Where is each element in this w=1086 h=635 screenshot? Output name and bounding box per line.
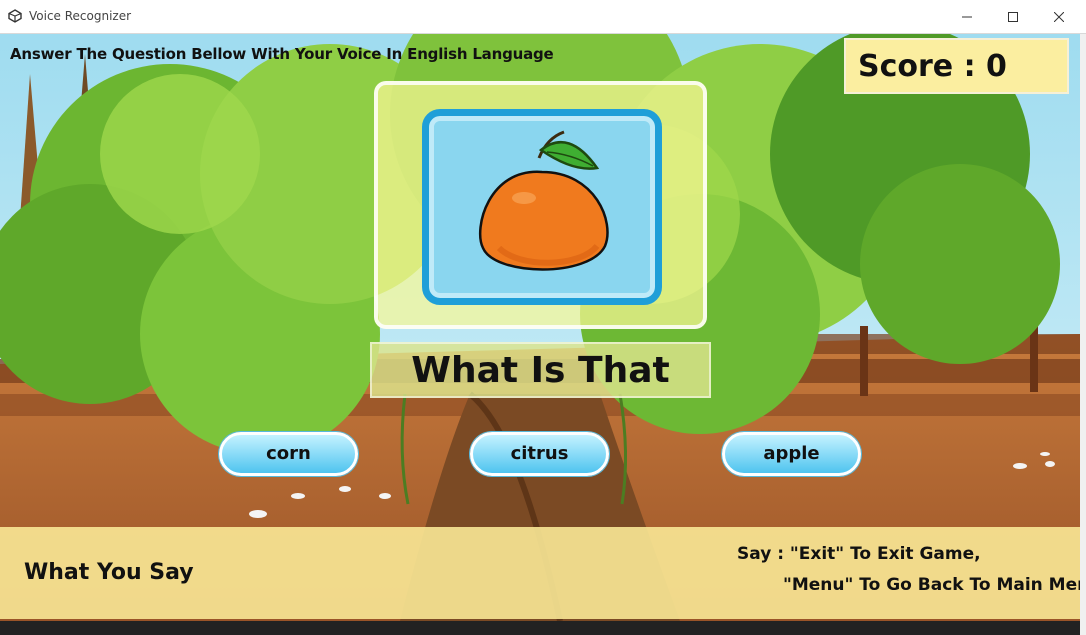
answer-label: corn xyxy=(266,443,311,464)
speech-transcript: What You Say xyxy=(24,560,194,585)
close-icon xyxy=(1054,11,1064,22)
unity-app-icon xyxy=(8,9,22,23)
answer-label: citrus xyxy=(510,443,569,464)
game-viewport: Answer The Question Bellow With Your Voi… xyxy=(0,34,1080,621)
question-image-card xyxy=(422,109,662,305)
answer-button-citrus[interactable]: citrus xyxy=(470,432,609,476)
question-prompt-box: What Is That xyxy=(370,342,711,398)
menu-hint: "Menu" To Go Back To Main Menu, xyxy=(783,575,1080,595)
question-prompt: What Is That xyxy=(411,350,670,391)
orange-fruit-icon xyxy=(478,130,609,271)
close-button[interactable] xyxy=(1036,0,1082,33)
exit-hint: Say : "Exit" To Exit Game, xyxy=(737,544,981,564)
maximize-icon xyxy=(1008,11,1018,22)
window-edge xyxy=(1080,34,1086,635)
answer-button-corn[interactable]: corn xyxy=(219,432,358,476)
answer-button-apple[interactable]: apple xyxy=(722,432,861,476)
question-frame xyxy=(374,81,707,329)
window-bottom-edge xyxy=(0,621,1080,635)
score-panel: Score : 0 xyxy=(844,38,1069,94)
window-title: Voice Recognizer xyxy=(29,9,132,23)
speech-panel: What You Say Say : "Exit" To Exit Game, … xyxy=(0,527,1080,619)
minimize-icon xyxy=(962,16,972,17)
score-label: Score : 0 xyxy=(858,49,1007,84)
answer-label: apple xyxy=(763,443,820,464)
window-titlebar: Voice Recognizer xyxy=(0,0,1086,34)
maximize-button[interactable] xyxy=(990,0,1036,33)
minimize-button[interactable] xyxy=(944,0,990,33)
instruction-text: Answer The Question Bellow With Your Voi… xyxy=(10,45,554,63)
